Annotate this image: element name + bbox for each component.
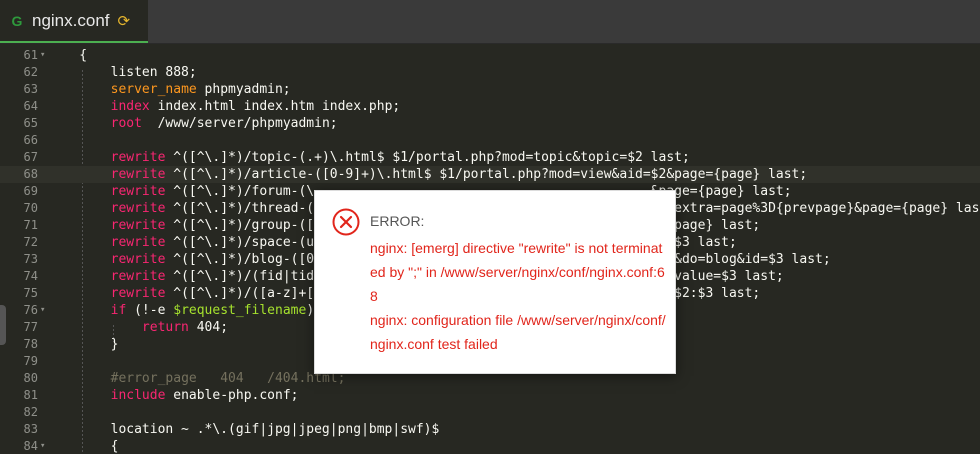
line-number: 84 <box>23 439 38 453</box>
line-number: 81 <box>23 388 38 402</box>
code-text: listen 888; <box>48 65 197 80</box>
code-text: rewrite ^([^\.]*)/article-([0-9]+)\.html… <box>110 167 808 182</box>
code-line[interactable]: 68 rewrite ^([^\.]*)/article-([0-9]+)\.h… <box>0 166 980 183</box>
code-line[interactable]: 84 ▾ { <box>0 438 980 454</box>
error-message: nginx: [emerg] directive "rewrite" is no… <box>370 236 670 356</box>
code-text: server_name phpmyadmin; <box>110 82 291 97</box>
line-number: 63 <box>23 82 38 96</box>
code-text: { <box>48 439 119 454</box>
code-text: #error_page 404 /404.html; <box>110 371 346 386</box>
tab-nginx-conf[interactable]: G nginx.conf ⟳ <box>0 0 148 43</box>
code-line[interactable]: 67 rewrite ^([^\.]*)/topic-(.+)\.html$ $… <box>0 149 980 166</box>
code-line[interactable]: 64 index index.html index.htm index.php; <box>0 98 980 115</box>
side-panel-handle[interactable] <box>0 305 6 345</box>
code-line[interactable]: 62 listen 888; <box>0 64 980 81</box>
code-line[interactable]: 65 root /www/server/phpmyadmin; <box>0 115 980 132</box>
line-number: 71 <box>23 218 38 232</box>
line-number: 70 <box>23 201 38 215</box>
code-text: } <box>48 337 119 352</box>
code-line[interactable]: 83 location ~ .*\.(gif|jpg|jpeg|png|bmp|… <box>0 421 980 438</box>
fold-toggle-icon[interactable]: ▾ <box>40 438 45 454</box>
line-number: 67 <box>23 150 38 164</box>
code-text: location ~ .*\.(gif|jpg|jpeg|png|bmp|swf… <box>48 422 440 437</box>
code-text: if (!-e $request_filename) <box>110 303 315 318</box>
line-number: 83 <box>23 422 38 436</box>
line-number: 64 <box>23 99 38 113</box>
error-title: ERROR: <box>370 213 425 229</box>
line-number: 74 <box>23 269 38 283</box>
fold-toggle-icon[interactable]: ▾ <box>40 302 45 319</box>
tab-bar: G nginx.conf ⟳ <box>0 0 980 44</box>
line-number: 65 <box>23 116 38 130</box>
error-icon <box>332 208 360 236</box>
line-number: 61 <box>23 48 38 62</box>
line-number: 72 <box>23 235 38 249</box>
code-line[interactable]: 81 include enable-php.conf; <box>0 387 980 404</box>
reload-icon[interactable]: ⟳ <box>118 12 131 30</box>
line-number: 80 <box>23 371 38 385</box>
code-text: root /www/server/phpmyadmin; <box>110 116 338 131</box>
code-text: index index.html index.htm index.php; <box>110 99 401 114</box>
line-number: 68 <box>23 167 38 181</box>
code-line[interactable]: 63 server_name phpmyadmin; <box>0 81 980 98</box>
line-number: 75 <box>23 286 38 300</box>
line-number: 73 <box>23 252 38 266</box>
tab-title: nginx.conf <box>32 10 110 30</box>
line-number: 69 <box>23 184 38 198</box>
file-type-icon: G <box>11 12 23 29</box>
code-text: { <box>48 48 88 63</box>
error-message-line-1: nginx: [emerg] directive "rewrite" is no… <box>370 240 665 304</box>
code-text: include enable-php.conf; <box>110 388 299 403</box>
code-line[interactable]: 66 <box>0 132 980 149</box>
code-text: rewrite ^([^\.]*)/topic-(.+)\.html$ $1/p… <box>110 150 690 165</box>
code-text: return 404; <box>141 320 229 335</box>
line-number: 79 <box>23 354 38 368</box>
line-number: 62 <box>23 65 38 79</box>
line-number: 66 <box>23 133 38 147</box>
code-line[interactable]: 82 <box>0 404 980 421</box>
line-number: 82 <box>23 405 38 419</box>
error-dialog: ERROR: nginx: [emerg] directive "rewrite… <box>314 190 676 374</box>
fold-toggle-icon[interactable]: ▾ <box>40 47 45 64</box>
error-message-line-2: nginx: configuration file /www/server/ng… <box>370 312 666 352</box>
code-line[interactable]: 61 ▾ { <box>0 47 980 64</box>
